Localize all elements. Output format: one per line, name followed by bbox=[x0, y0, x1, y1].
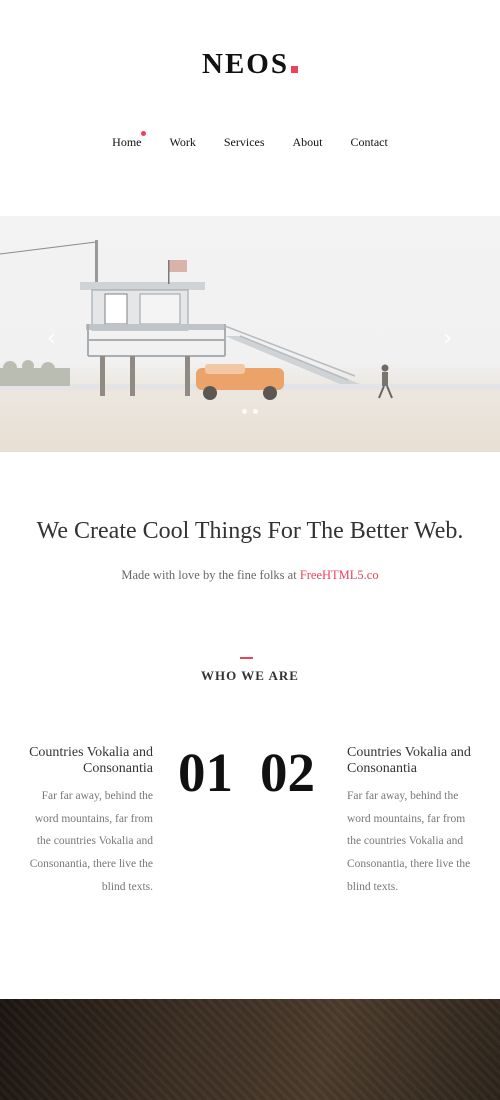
feature-text: Far far away, behind the word mountains,… bbox=[29, 790, 153, 893]
nav-item-about[interactable]: About bbox=[293, 135, 323, 150]
main-nav: Home Work Services About Contact bbox=[0, 131, 500, 150]
feature-number-02: 02 bbox=[260, 742, 315, 803]
feature-01: Countries Vokalia and Consonantia Far fa… bbox=[23, 745, 153, 899]
dark-banner bbox=[0, 999, 500, 1100]
nav-item-services[interactable]: Services bbox=[224, 135, 265, 150]
slider-dot[interactable] bbox=[253, 409, 258, 414]
feature-heading: Countries Vokalia and Consonantia bbox=[29, 745, 153, 776]
slider-dot[interactable] bbox=[242, 409, 247, 414]
feature-heading: Countries Vokalia and Consonantia bbox=[347, 745, 471, 776]
nav-item-work[interactable]: Work bbox=[169, 135, 195, 150]
byline-text: Made with love by the fine folks at bbox=[121, 568, 297, 582]
freehtml5-link[interactable]: FreeHTML5.co bbox=[300, 568, 379, 582]
section-divider bbox=[240, 657, 253, 659]
logo-text: NEOS bbox=[202, 48, 289, 80]
chevron-right-icon: › bbox=[443, 326, 452, 351]
slider-next-arrow[interactable]: › bbox=[443, 328, 452, 350]
section-title: WHO WE ARE bbox=[201, 668, 299, 683]
slider-prev-arrow[interactable]: ‹ bbox=[47, 328, 56, 350]
logo-accent-square bbox=[290, 66, 298, 73]
intro-headline: We Create Cool Things For The Better Web… bbox=[36, 518, 464, 544]
nav-item-contact[interactable]: Contact bbox=[351, 135, 388, 150]
lifeguard-tower-photo bbox=[0, 240, 500, 400]
feature-number-01: 01 bbox=[178, 742, 233, 803]
feature-text: Far far away, behind the word mountains,… bbox=[347, 790, 471, 893]
slider-dots bbox=[0, 409, 500, 414]
site-logo[interactable]: NEOS bbox=[0, 48, 500, 81]
intro-byline: Made with love by the fine folks at Free… bbox=[0, 568, 500, 583]
hero-slider: ‹ › bbox=[0, 216, 500, 452]
chevron-left-icon: ‹ bbox=[47, 326, 56, 351]
feature-02: Countries Vokalia and Consonantia Far fa… bbox=[347, 745, 477, 899]
nav-item-home[interactable]: Home bbox=[112, 131, 147, 150]
